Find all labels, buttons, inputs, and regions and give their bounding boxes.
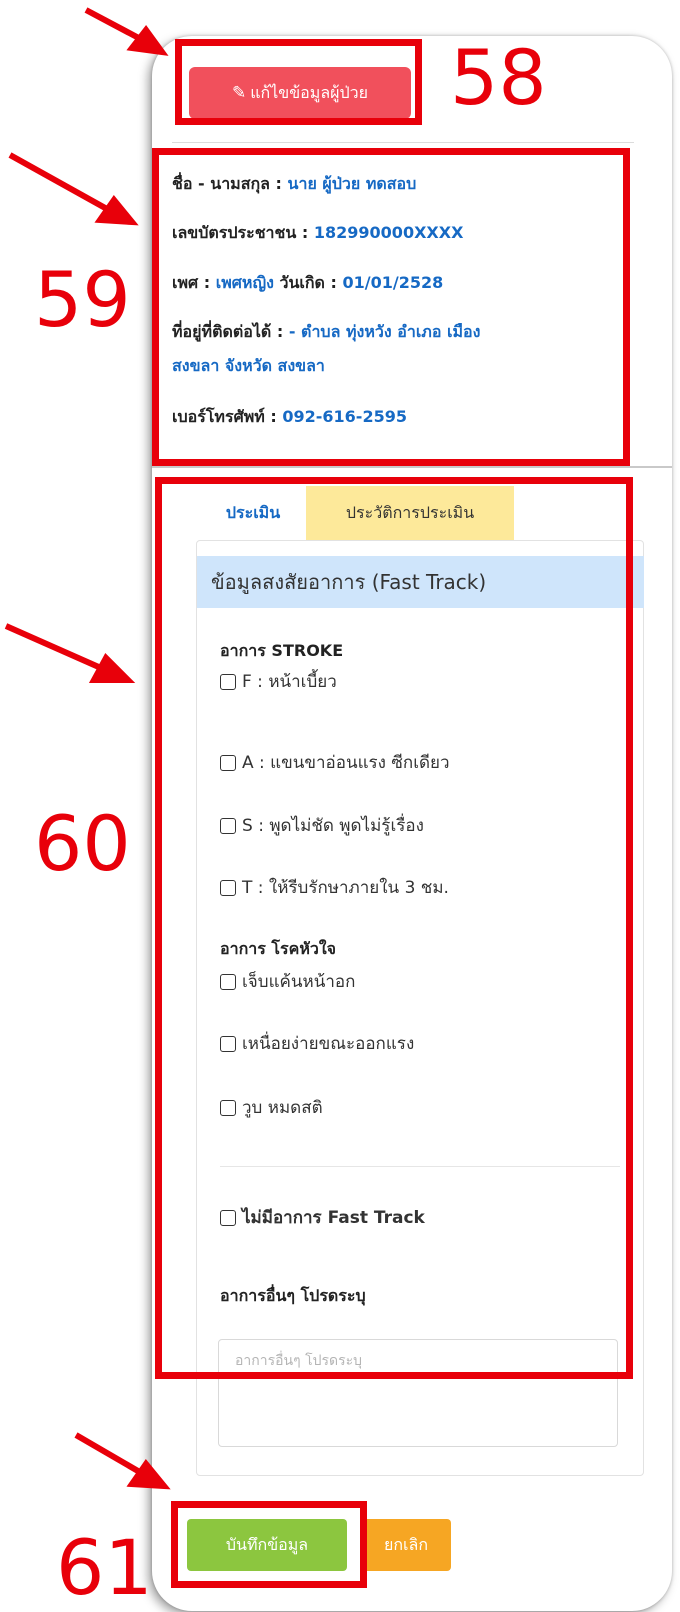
arrow-icon (94, 195, 139, 226)
arrow-icon (8, 152, 118, 217)
arrow-icon (88, 653, 136, 683)
arrow-icon (4, 623, 112, 675)
annotation-arrows (4, 7, 171, 1490)
arrow-icon (126, 25, 169, 56)
